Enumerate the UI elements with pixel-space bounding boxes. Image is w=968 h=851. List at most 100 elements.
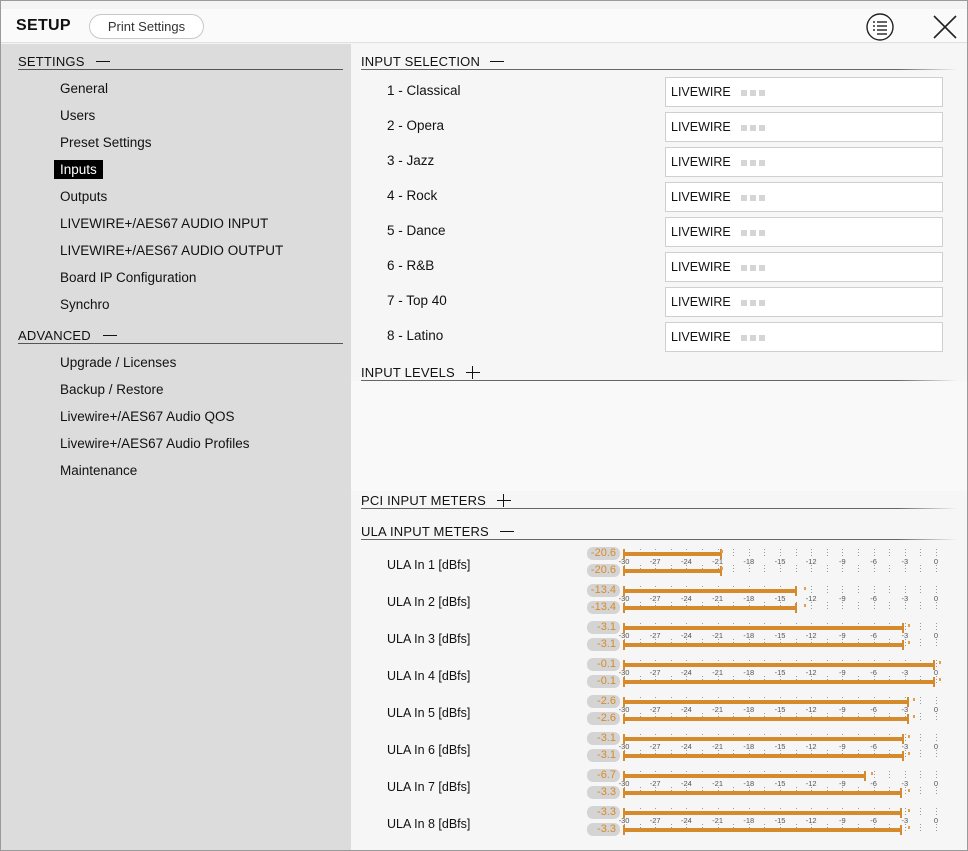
app-title: SETUP bbox=[16, 17, 71, 34]
sidebar-item-4[interactable]: Outputs bbox=[54, 187, 113, 206]
scale-label: -12 bbox=[805, 557, 817, 566]
scale-label: -6 bbox=[870, 668, 877, 677]
scale-label: -24 bbox=[680, 779, 692, 788]
scale-label: -21 bbox=[712, 631, 724, 640]
input-label: 3 - Jazz bbox=[387, 153, 435, 168]
input-levels-area bbox=[351, 381, 967, 491]
scale-label: 0 bbox=[933, 594, 939, 603]
scale-label: -9 bbox=[839, 705, 846, 714]
scale-label: -18 bbox=[743, 742, 755, 751]
sidebar-item-5[interactable]: LIVEWIRE+/AES67 AUDIO INPUT bbox=[54, 214, 274, 233]
sidebar-item-0[interactable]: General bbox=[54, 79, 114, 98]
input-row: 3 - Jazz LIVEWIRE bbox=[351, 147, 967, 182]
input-source-select[interactable]: LIVEWIRE bbox=[665, 217, 943, 247]
scale-label: -12 bbox=[805, 816, 817, 825]
meter-scale: -30 -27 -24 -21 -18 -15 -12 -9 -6 -3 0 bbox=[587, 594, 939, 604]
scale-label: -3 bbox=[901, 742, 909, 751]
scale-label: -3 bbox=[901, 668, 909, 677]
scale-label: -9 bbox=[839, 631, 846, 640]
close-icon[interactable] bbox=[931, 13, 959, 41]
print-settings-button[interactable]: Print Settings bbox=[89, 14, 204, 39]
scale-label: -15 bbox=[774, 742, 786, 751]
collapse-icon[interactable] bbox=[490, 61, 504, 62]
scale-label: -18 bbox=[743, 668, 755, 677]
sidebar-item-2[interactable]: Preset Settings bbox=[54, 133, 158, 152]
scale-label: -30 bbox=[618, 816, 630, 825]
level-bar-right bbox=[623, 677, 935, 687]
input-row: 8 - Latino LIVEWIRE bbox=[351, 322, 967, 357]
sidebar-advanced-item-1[interactable]: Backup / Restore bbox=[54, 380, 170, 399]
input-source-select[interactable]: LIVEWIRE bbox=[665, 252, 943, 282]
scale-label: -9 bbox=[839, 742, 846, 751]
setup-window: SETUP Print Settings SETTINGS General Use… bbox=[0, 0, 968, 851]
peak-marker bbox=[803, 604, 806, 607]
scale-label: -15 bbox=[774, 779, 786, 788]
sidebar-item-6[interactable]: LIVEWIRE+/AES67 AUDIO OUTPUT bbox=[54, 241, 289, 260]
input-source-value: LIVEWIRE bbox=[671, 85, 731, 99]
input-row: 5 - Dance LIVEWIRE bbox=[351, 217, 967, 252]
scale-label: -27 bbox=[649, 631, 661, 640]
scale-label: -3 bbox=[901, 816, 909, 825]
level-bar-left bbox=[623, 734, 904, 744]
pci-input-meters-header[interactable]: PCI INPUT METERS bbox=[361, 483, 957, 509]
scale-label: 0 bbox=[933, 631, 939, 640]
input-label: 6 - R&B bbox=[387, 258, 435, 273]
more-dots-icon bbox=[740, 289, 768, 317]
sidebar-advanced-item-3[interactable]: Livewire+/AES67 Audio Profiles bbox=[54, 434, 255, 453]
scale-label: -6 bbox=[870, 631, 877, 640]
scale-label: -9 bbox=[839, 816, 846, 825]
ula-meter-label: ULA In 5 [dBfs] bbox=[387, 706, 471, 720]
peak-marker bbox=[907, 752, 910, 755]
input-source-select[interactable]: LIVEWIRE bbox=[665, 77, 943, 107]
level-bar-right bbox=[623, 788, 902, 798]
input-source-select[interactable]: LIVEWIRE bbox=[665, 112, 943, 142]
input-source-value: LIVEWIRE bbox=[671, 120, 731, 134]
ula-meter: -0.1 -0.1 -30 -27 -24 -21 -18 -15 -12 -9 -6 -3 0 bbox=[587, 657, 941, 694]
sidebar-item-8[interactable]: Synchro bbox=[54, 295, 116, 314]
peak-marker bbox=[907, 826, 910, 829]
advanced-section-header[interactable]: ADVANCED bbox=[18, 318, 343, 344]
scale-label: -24 bbox=[680, 742, 692, 751]
more-dots-icon bbox=[740, 219, 768, 247]
collapse-icon[interactable] bbox=[500, 531, 514, 532]
help-list-icon[interactable] bbox=[865, 12, 895, 42]
more-dots-icon bbox=[740, 79, 768, 107]
collapse-icon[interactable] bbox=[96, 61, 110, 62]
input-label: 8 - Latino bbox=[387, 328, 444, 343]
expand-icon[interactable] bbox=[497, 494, 511, 507]
more-dots-icon bbox=[740, 324, 768, 352]
expand-icon[interactable] bbox=[466, 366, 480, 379]
scale-label: -24 bbox=[680, 631, 692, 640]
input-source-select[interactable]: LIVEWIRE bbox=[665, 182, 943, 212]
input-source-value: LIVEWIRE bbox=[671, 260, 731, 274]
sidebar-item-7[interactable]: Board IP Configuration bbox=[54, 268, 202, 287]
scale-label: -12 bbox=[805, 631, 817, 640]
input-source-select[interactable]: LIVEWIRE bbox=[665, 322, 943, 352]
level-bar-left bbox=[623, 660, 935, 670]
input-selection-header[interactable]: INPUT SELECTION bbox=[361, 44, 957, 70]
sidebar-item-3[interactable]: Inputs bbox=[54, 160, 103, 179]
sidebar-advanced-item-2[interactable]: Livewire+/AES67 Audio QOS bbox=[54, 407, 240, 426]
scale-label: -30 bbox=[618, 705, 630, 714]
settings-section-header[interactable]: SETTINGS bbox=[18, 44, 343, 70]
input-levels-header[interactable]: INPUT LEVELS bbox=[361, 355, 957, 381]
scale-label: -9 bbox=[839, 779, 846, 788]
ula-meter-row: ULA In 5 [dBfs] -2.6 -2.6 -30 -27 -24 -21 -18 -1… bbox=[351, 694, 967, 731]
collapse-icon[interactable] bbox=[103, 335, 117, 336]
input-row: 7 - Top 40 LIVEWIRE bbox=[351, 287, 967, 322]
ula-meter-row: ULA In 8 [dBfs] -3.3 -3.3 -30 -27 -24 -21 -18 -1… bbox=[351, 805, 967, 842]
scale-label: -6 bbox=[870, 594, 877, 603]
peak-marker bbox=[907, 735, 910, 738]
peak-marker bbox=[803, 587, 806, 590]
sidebar: SETTINGS General Users Preset Settings Inpu… bbox=[1, 44, 351, 850]
ula-input-meters-header[interactable]: ULA INPUT METERS bbox=[361, 514, 957, 540]
scale-label: -18 bbox=[743, 816, 755, 825]
level-bar-right bbox=[623, 825, 902, 835]
input-source-select[interactable]: LIVEWIRE bbox=[665, 287, 943, 317]
more-dots-icon bbox=[740, 114, 768, 142]
scale-label: 0 bbox=[933, 779, 939, 788]
sidebar-item-1[interactable]: Users bbox=[54, 106, 101, 125]
input-source-select[interactable]: LIVEWIRE bbox=[665, 147, 943, 177]
sidebar-advanced-item-4[interactable]: Maintenance bbox=[54, 461, 143, 480]
sidebar-advanced-item-0[interactable]: Upgrade / Licenses bbox=[54, 353, 182, 372]
